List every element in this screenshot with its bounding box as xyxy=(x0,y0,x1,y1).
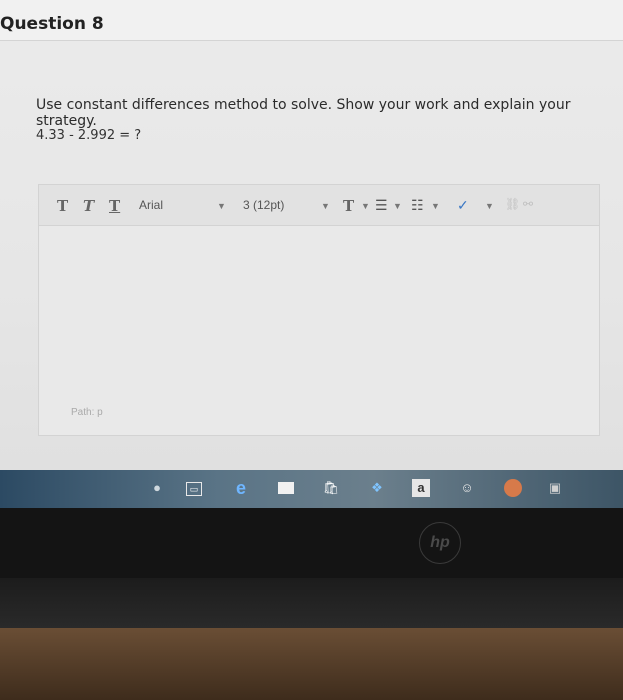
question-header: Question 8 xyxy=(0,0,623,41)
numbered-list-icon[interactable]: ☷ xyxy=(411,197,424,214)
font-family-chevron-down-icon[interactable]: ▼ xyxy=(217,201,226,211)
browser-screen: Question 8 Use constant differences meth… xyxy=(0,0,623,470)
underline-button[interactable]: T xyxy=(109,197,120,215)
question-prompt: Use constant differences method to solve… xyxy=(36,97,571,129)
task-view-icon[interactable]: ▭ xyxy=(186,482,202,496)
hp-logo: hp xyxy=(419,522,461,564)
bold-button[interactable]: T xyxy=(57,197,68,215)
font-size-select[interactable]: 3 (12pt) xyxy=(243,198,284,212)
font-family-select[interactable]: Arial xyxy=(139,198,163,212)
italic-button[interactable]: T xyxy=(83,197,94,215)
answer-editor[interactable]: T T T Arial ▼ 3 (12pt) ▼ T ▼ ☰ ▼ ☷ ▼ ✓ ▼… xyxy=(38,184,600,436)
question-title: Question 8 xyxy=(0,14,104,34)
spellcheck-icon[interactable]: ✓ xyxy=(457,197,469,214)
spellcheck-chevron-down-icon[interactable]: ▼ xyxy=(485,201,494,211)
microphone-icon[interactable]: ● xyxy=(148,479,166,497)
numbered-list-chevron-down-icon[interactable]: ▼ xyxy=(431,201,440,211)
taskbar: ● ▭ e 🛍 ❖ a ☺ ▣ xyxy=(0,470,623,508)
question-expression: 4.33 - 2.992 = ? xyxy=(36,128,142,143)
desk-surface xyxy=(0,628,623,700)
amazon-icon[interactable]: a xyxy=(412,479,430,497)
font-size-chevron-down-icon[interactable]: ▼ xyxy=(321,201,330,211)
file-explorer-icon[interactable] xyxy=(278,482,294,494)
laptop-hinge xyxy=(0,578,623,628)
bullet-list-icon[interactable]: ☰ xyxy=(375,197,388,214)
editor-path: Path: p xyxy=(71,407,103,418)
store-icon[interactable]: 🛍 xyxy=(322,479,340,497)
text-color-chevron-down-icon[interactable]: ▼ xyxy=(361,201,370,211)
edge-icon[interactable]: e xyxy=(232,479,250,497)
text-color-button[interactable]: T xyxy=(343,197,354,215)
editor-toolbar: T T T Arial ▼ 3 (12pt) ▼ T ▼ ☰ ▼ ☷ ▼ ✓ ▼… xyxy=(39,185,599,226)
link-icon[interactable]: ⛓ xyxy=(505,197,520,211)
tray-app-icon[interactable]: ▣ xyxy=(546,479,564,497)
people-icon[interactable]: ☺ xyxy=(458,479,476,497)
bullet-list-chevron-down-icon[interactable]: ▼ xyxy=(393,201,402,211)
chrome-icon[interactable] xyxy=(504,479,522,497)
unlink-icon[interactable]: ⚯ xyxy=(523,197,533,211)
dropbox-icon[interactable]: ❖ xyxy=(368,479,386,497)
